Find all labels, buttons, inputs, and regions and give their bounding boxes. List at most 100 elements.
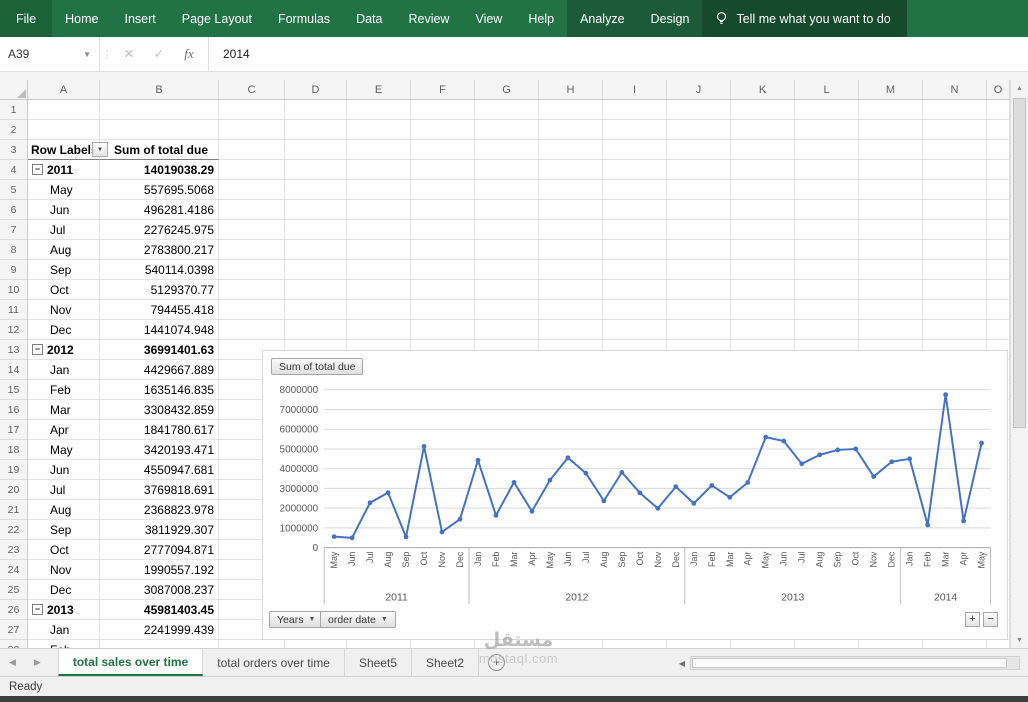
cell-B12[interactable]: 1441074.948 — [100, 320, 219, 340]
cell-O11[interactable] — [987, 300, 1010, 320]
cell-O4[interactable] — [987, 160, 1010, 180]
cell-F9[interactable] — [411, 260, 475, 280]
cell-H28[interactable] — [539, 640, 603, 648]
cell-E7[interactable] — [347, 220, 411, 240]
cell-J8[interactable] — [667, 240, 731, 260]
cell-H7[interactable] — [539, 220, 603, 240]
cell-C7[interactable] — [219, 220, 285, 240]
row-header-8[interactable]: 8 — [0, 240, 28, 260]
cell-C3[interactable] — [219, 140, 285, 160]
cell-K11[interactable] — [731, 300, 795, 320]
collapse-button-2011[interactable]: − — [32, 164, 43, 175]
pivot-chart[interactable]: 0 1000000 2000000 3000000 4000000 5000000 6000… — [262, 350, 1008, 640]
cell-B15[interactable]: 1635146.835 — [100, 380, 219, 400]
ribbon-tab-analyze[interactable]: Analyze — [567, 0, 638, 37]
row-header-22[interactable]: 22 — [0, 520, 28, 540]
cell-B20[interactable]: 3769818.691 — [100, 480, 219, 500]
cell-F6[interactable] — [411, 200, 475, 220]
row-header-20[interactable]: 20 — [0, 480, 28, 500]
cell-B16[interactable]: 3308432.859 — [100, 400, 219, 420]
cell-E9[interactable] — [347, 260, 411, 280]
cell-C28[interactable] — [219, 640, 285, 648]
cell-O1[interactable] — [987, 100, 1010, 120]
row-labels-filter-button[interactable]: ▼ — [92, 142, 108, 157]
column-header-A[interactable]: A — [28, 80, 100, 100]
cell-L7[interactable] — [795, 220, 859, 240]
cell-O7[interactable] — [987, 220, 1010, 240]
cell-J3[interactable] — [667, 140, 731, 160]
cell-D6[interactable] — [285, 200, 347, 220]
cell-A5[interactable]: May — [28, 180, 100, 200]
sheet-nav-left-icon[interactable]: ◀ — [0, 649, 25, 676]
cell-B3[interactable]: Sum of total due — [100, 140, 219, 160]
cell-A15[interactable]: Feb — [28, 380, 100, 400]
cell-G10[interactable] — [475, 280, 539, 300]
cell-N4[interactable] — [923, 160, 987, 180]
cell-B5[interactable]: 557695.5068 — [100, 180, 219, 200]
cell-N9[interactable] — [923, 260, 987, 280]
cell-C4[interactable] — [219, 160, 285, 180]
cell-E8[interactable] — [347, 240, 411, 260]
row-header-21[interactable]: 21 — [0, 500, 28, 520]
cell-K28[interactable] — [731, 640, 795, 648]
ribbon-tab-insert[interactable]: Insert — [112, 0, 169, 37]
cell-A19[interactable]: Jun — [28, 460, 100, 480]
vertical-scroll-thumb[interactable] — [1013, 98, 1026, 428]
cell-E1[interactable] — [347, 100, 411, 120]
cell-O8[interactable] — [987, 240, 1010, 260]
row-header-10[interactable]: 10 — [0, 280, 28, 300]
cell-D5[interactable] — [285, 180, 347, 200]
cell-M9[interactable] — [859, 260, 923, 280]
cell-B8[interactable]: 2783800.217 — [100, 240, 219, 260]
cell-F8[interactable] — [411, 240, 475, 260]
cancel-icon[interactable]: ✕ — [114, 46, 144, 62]
row-header-5[interactable]: 5 — [0, 180, 28, 200]
cell-B14[interactable]: 4429667.889 — [100, 360, 219, 380]
cell-O9[interactable] — [987, 260, 1010, 280]
cell-I2[interactable] — [603, 120, 667, 140]
cell-K8[interactable] — [731, 240, 795, 260]
row-header-3[interactable]: 3 — [0, 140, 28, 160]
cell-G28[interactable] — [475, 640, 539, 648]
cell-A20[interactable]: Jul — [28, 480, 100, 500]
cell-J5[interactable] — [667, 180, 731, 200]
cell-E11[interactable] — [347, 300, 411, 320]
cell-D7[interactable] — [285, 220, 347, 240]
sheet-tab-sheet5[interactable]: Sheet5 — [345, 649, 412, 676]
column-header-I[interactable]: I — [603, 80, 667, 100]
cell-A10[interactable]: Oct — [28, 280, 100, 300]
cell-L28[interactable] — [795, 640, 859, 648]
cell-N7[interactable] — [923, 220, 987, 240]
column-header-D[interactable]: D — [285, 80, 347, 100]
cell-J12[interactable] — [667, 320, 731, 340]
years-field-button[interactable]: Years ▼ — [269, 611, 324, 628]
cell-N2[interactable] — [923, 120, 987, 140]
cell-O3[interactable] — [987, 140, 1010, 160]
cell-B9[interactable]: 540114.0398 — [100, 260, 219, 280]
cell-D10[interactable] — [285, 280, 347, 300]
cell-B17[interactable]: 1841780.617 — [100, 420, 219, 440]
cell-N1[interactable] — [923, 100, 987, 120]
ribbon-tab-view[interactable]: View — [462, 0, 515, 37]
cell-E6[interactable] — [347, 200, 411, 220]
row-header-16[interactable]: 16 — [0, 400, 28, 420]
sheet-tab-total-sales-over-time[interactable]: total sales over time — [57, 649, 204, 676]
cell-J7[interactable] — [667, 220, 731, 240]
cell-I9[interactable] — [603, 260, 667, 280]
cell-C11[interactable] — [219, 300, 285, 320]
cell-J6[interactable] — [667, 200, 731, 220]
cell-N11[interactable] — [923, 300, 987, 320]
cell-C2[interactable] — [219, 120, 285, 140]
cell-I12[interactable] — [603, 320, 667, 340]
cell-F28[interactable] — [411, 640, 475, 648]
cell-G4[interactable] — [475, 160, 539, 180]
cell-C8[interactable] — [219, 240, 285, 260]
column-header-L[interactable]: L — [795, 80, 859, 100]
cell-A8[interactable]: Aug — [28, 240, 100, 260]
cell-A4[interactable]: −2011 — [28, 160, 100, 180]
cell-B19[interactable]: 4550947.681 — [100, 460, 219, 480]
cell-H2[interactable] — [539, 120, 603, 140]
cell-A26[interactable]: −2013 — [28, 600, 100, 620]
cell-F3[interactable] — [411, 140, 475, 160]
collapse-button-2012[interactable]: − — [32, 344, 43, 355]
